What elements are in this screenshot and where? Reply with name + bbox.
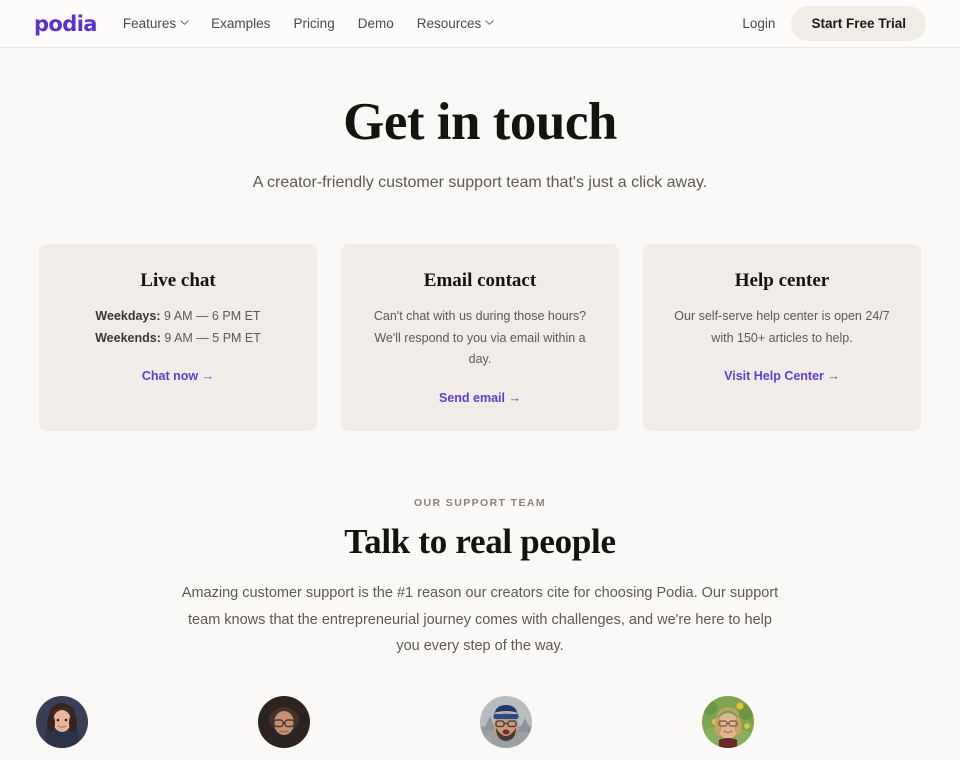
card-title: Email contact xyxy=(423,270,537,292)
hero-section: Get in touch A creator-friendly customer… xyxy=(0,48,960,192)
page-title: Get in touch xyxy=(343,93,617,151)
nav-label: Features xyxy=(122,16,177,31)
section-intro: Amazing customer support is the #1 reaso… xyxy=(181,584,779,655)
podia-logo[interactable]: podia xyxy=(34,12,97,36)
card-email-contact: Email contact Can't chat with us during … xyxy=(341,244,619,431)
nav-label: Demo xyxy=(357,16,394,31)
list-item: ILLINOIS, US Courtney French fry enthusi… xyxy=(702,696,924,760)
nav-item-pricing[interactable]: Pricing xyxy=(293,16,334,31)
start-free-trial-button[interactable]: Start Free Trial xyxy=(791,6,926,41)
team-members-list: SOUTH CAROLINA, US Veronica Will cross s… xyxy=(0,696,960,760)
hours-value: 9 AM — 5 PM ET xyxy=(164,330,261,345)
hours-value: 9 AM — 6 PM ET xyxy=(164,309,261,324)
avatar-veronica xyxy=(36,696,88,749)
list-item: SOUTH CAROLINA, US Veronica Will cross s… xyxy=(36,696,258,760)
nav-item-demo[interactable]: Demo xyxy=(358,16,394,31)
nav-item-resources[interactable]: Resources xyxy=(417,16,494,31)
nav-label: Examples xyxy=(211,16,271,31)
list-item: PENNSYLVANIA, US Ian Husband, father, fr… xyxy=(480,696,702,760)
hours-row-weekdays: Weekdays: 9 AM — 6 PM ET xyxy=(61,306,295,328)
card-body: Can't chat with us during those hours? W… xyxy=(373,309,587,367)
nav-item-examples[interactable]: Examples xyxy=(211,16,270,31)
hero-subtitle: A creator-friendly customer support team… xyxy=(252,174,708,192)
section-eyebrow: OUR SUPPORT TEAM xyxy=(413,496,547,509)
card-body: Our self-serve help center is open 24/7 … xyxy=(674,309,890,345)
avatar-courtney xyxy=(702,696,754,749)
hours-label: Weekdays: xyxy=(95,309,161,324)
primary-nav: Features Examples Pricing Demo Resources xyxy=(122,16,494,31)
avatar-cathryne xyxy=(258,696,310,749)
nav-item-features[interactable]: Features xyxy=(122,16,189,31)
visit-help-center-link[interactable]: Visit Help Center → xyxy=(724,369,840,383)
login-link[interactable]: Login xyxy=(742,16,775,31)
nav-label: Resources xyxy=(416,16,482,31)
send-email-link[interactable]: Send email → xyxy=(439,391,521,405)
chevron-down-icon xyxy=(485,18,494,26)
site-header: podia Features Examples Pricing Demo Res… xyxy=(0,0,960,48)
team-section-header: OUR SUPPORT TEAM Talk to real people Ama… xyxy=(0,497,960,660)
card-body: Weekdays: 9 AM — 6 PM ET Weekends: 9 AM … xyxy=(61,306,295,349)
card-help-center: Help center Our self-serve help center i… xyxy=(643,244,921,431)
hours-label: Weekends: xyxy=(95,330,161,345)
contact-cards: Live chat Weekdays: 9 AM — 6 PM ET Weeke… xyxy=(0,244,960,431)
hours-row-weekends: Weekends: 9 AM — 5 PM ET xyxy=(61,328,295,350)
card-live-chat: Live chat Weekdays: 9 AM — 6 PM ET Weeke… xyxy=(39,244,317,431)
header-actions: Login Start Free Trial xyxy=(742,6,926,41)
chevron-down-icon xyxy=(180,18,189,26)
card-title: Help center xyxy=(734,270,830,292)
nav-label: Pricing xyxy=(293,16,335,31)
card-title: Live chat xyxy=(140,270,216,292)
chat-now-link[interactable]: Chat now → xyxy=(142,369,214,383)
avatar-ian xyxy=(480,696,532,749)
list-item: NEW YORK, US Cathryne Sings loudly when … xyxy=(258,696,480,760)
section-title: Talk to real people xyxy=(344,521,616,561)
